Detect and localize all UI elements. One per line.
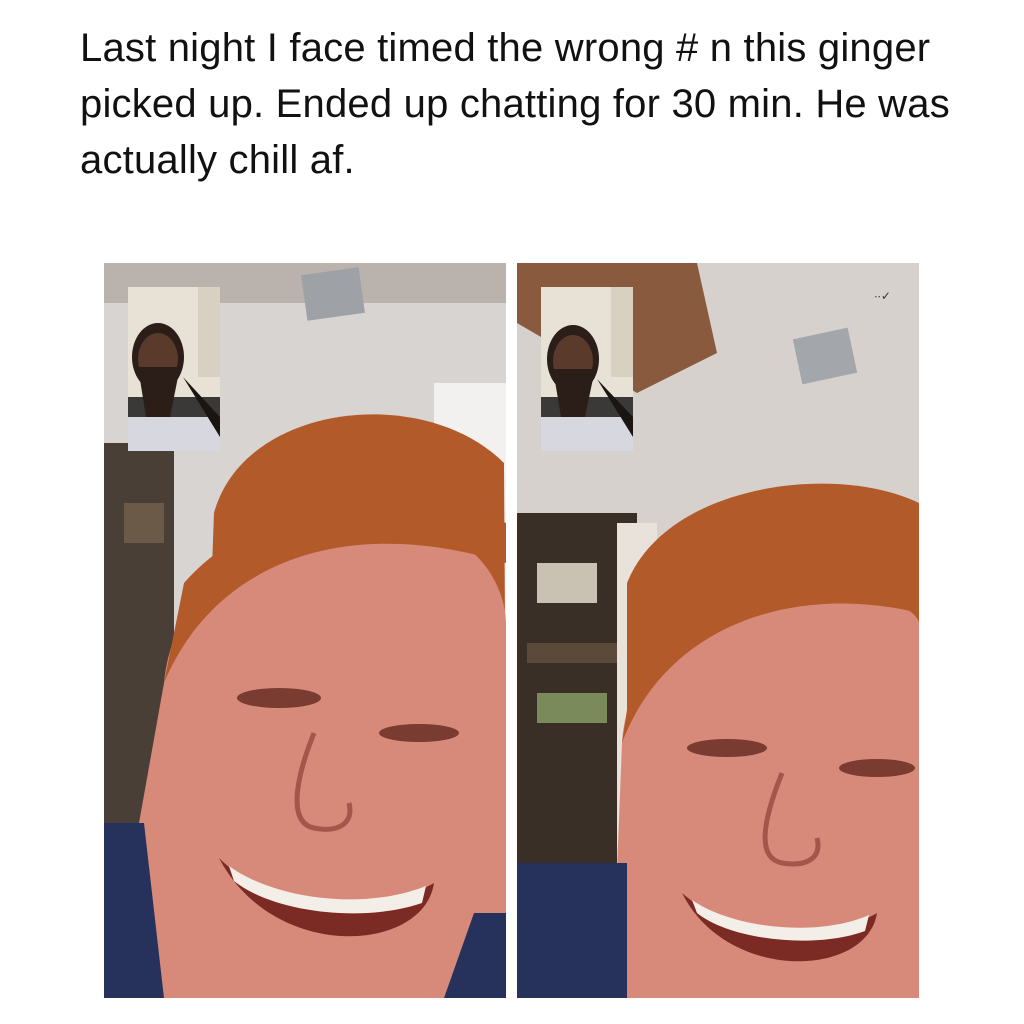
self-view-thumbnail xyxy=(541,287,633,451)
facetime-screenshot-right: ∙∙✓ xyxy=(517,263,919,998)
self-view-video xyxy=(541,287,633,451)
self-view-video xyxy=(128,287,220,451)
signal-icon: ∙∙✓ xyxy=(874,289,891,303)
post-caption: Last night I face timed the wrong # n th… xyxy=(80,26,950,182)
self-view-thumbnail xyxy=(128,287,220,451)
facetime-screenshot-left xyxy=(104,263,506,998)
